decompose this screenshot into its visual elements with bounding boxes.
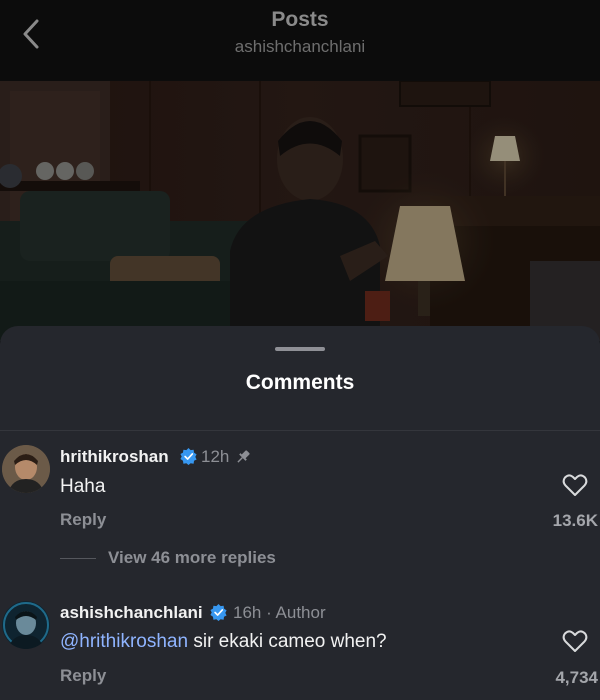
comment-time: 16h · Author xyxy=(233,603,326,622)
avatar-image xyxy=(2,601,50,649)
comment-body: sir ekaki cameo when? xyxy=(188,631,387,652)
comment-time: 12h xyxy=(201,447,230,466)
view-more-replies-button[interactable]: View 46 more replies xyxy=(108,548,276,568)
post-media[interactable] xyxy=(0,81,600,341)
page-title: Posts xyxy=(271,8,329,31)
pin-icon xyxy=(237,450,250,463)
divider xyxy=(0,430,600,431)
like-count: 4,734 xyxy=(555,668,598,687)
replies-line xyxy=(60,558,96,559)
avatar[interactable] xyxy=(2,601,50,649)
like-heart-icon[interactable] xyxy=(562,473,588,497)
post-media-image xyxy=(0,81,600,341)
page-subtitle: ashishchanchlani xyxy=(234,37,366,56)
like-count: 13.6K xyxy=(552,511,598,530)
comment-text: @hrithikroshan sir ekaki cameo when? xyxy=(60,631,387,653)
sheet-drag-handle[interactable] xyxy=(275,347,325,351)
verified-badge-icon xyxy=(180,448,197,465)
top-bar: Posts ashishchanchlani xyxy=(0,0,600,81)
verified-badge-icon xyxy=(210,604,227,621)
like-heart-icon[interactable] xyxy=(562,629,588,653)
comment-username[interactable]: ashishchanchlani xyxy=(60,603,203,623)
comment-username[interactable]: hrithikroshan xyxy=(60,447,169,467)
avatar-image xyxy=(2,445,50,493)
comment-text: Haha xyxy=(60,476,106,497)
reply-button[interactable]: Reply xyxy=(60,666,106,686)
comments-title: Comments xyxy=(245,371,355,394)
avatar[interactable] xyxy=(2,445,50,493)
comments-sheet: Comments hrithikroshan 12h Haha Reply 13… xyxy=(0,326,600,700)
reply-button[interactable]: Reply xyxy=(60,510,106,530)
mention-link[interactable]: @hrithikroshan xyxy=(60,631,188,652)
